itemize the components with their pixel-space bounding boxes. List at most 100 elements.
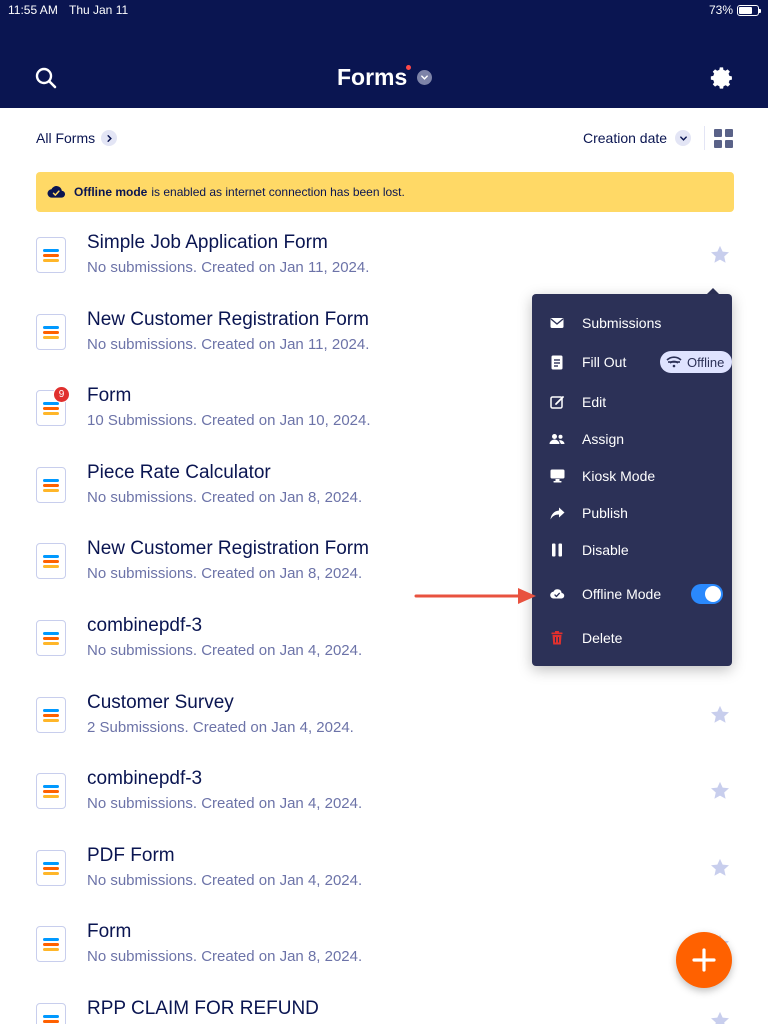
chevron-down-icon [675,130,692,146]
form-title: New Customer Registration Form [87,309,369,330]
status-battery: 73% [708,3,761,17]
form-icon [36,926,66,962]
menu-item-label: Disable [582,542,629,558]
chevron-down-icon[interactable] [417,70,433,85]
share-arrow-icon [549,505,565,521]
menu-item-delete[interactable]: Delete [532,621,732,655]
form-subtitle: No submissions. Created on Jan 4, 2024. [87,795,363,812]
battery-percent: 73% [708,3,733,17]
form-title: RPP CLAIM FOR REFUND [87,998,319,1019]
form-subtitle: 2 Submissions. Created on Jan 4, 2024. [87,719,354,736]
form-icon [36,850,66,886]
all-forms-label: All Forms [36,130,96,146]
banner-bold: Offline mode [74,185,148,199]
toggle-knob [705,586,721,602]
offline-pill: Offline [660,351,732,373]
envelope-icon [549,315,565,331]
notification-badge: 9 [53,386,70,403]
menu-item-label: Kiosk Mode [582,468,656,484]
form-title: Simple Job Application Form [87,232,328,253]
menu-item-label: Publish [582,505,628,521]
banner-text: is enabled as internet connection has be… [151,185,405,199]
star-icon[interactable] [709,857,731,879]
plus-icon [692,948,716,972]
grid-view-icon[interactable] [714,129,733,148]
chevron-right-icon [101,130,118,146]
form-list-item[interactable]: Customer Survey 2 Submissions. Created on… [0,691,768,767]
star-icon[interactable] [709,1010,731,1024]
form-subtitle: 10 Submissions. Created on Jan 10, 2024. [87,412,371,429]
trash-icon [549,630,565,646]
page-title: Forms [337,64,412,91]
form-list-item[interactable]: combinepdf-3 No submissions. Created on J… [0,767,768,843]
menu-item-label: Offline Mode [582,586,662,602]
notification-dot [406,65,412,70]
form-title: Customer Survey [87,692,234,713]
menu-item-publish[interactable]: Publish [532,496,732,530]
form-icon [36,620,66,656]
menu-item-edit[interactable]: Edit [532,385,732,419]
add-form-button[interactable] [676,932,732,988]
edit-icon [549,394,565,410]
form-icon [36,314,66,350]
toolbar-divider [704,126,705,150]
form-title: Form [87,921,132,942]
menu-item-label: Submissions [582,315,662,331]
offline-banner: Offline mode is enabled as internet conn… [36,172,734,212]
document-icon [549,354,565,370]
menu-item-label: Assign [582,431,625,447]
form-title: New Customer Registration Form [87,538,369,559]
menu-item-kiosk-mode[interactable]: Kiosk Mode [532,459,732,493]
offline-pill-label: Offline [687,354,725,370]
form-icon [36,697,66,733]
app-header: 11:55 AM Thu Jan 11 73% Forms [0,0,768,108]
form-subtitle: No submissions. Created on Jan 8, 2024. [87,565,363,582]
star-icon[interactable] [709,244,731,266]
form-subtitle: No submissions. Created on Jan 8, 2024. [87,489,363,506]
form-icon [36,467,66,503]
status-time: 11:55 AM [8,3,58,17]
monitor-icon [549,468,565,484]
form-title: combinepdf-3 [87,768,203,789]
form-title: PDF Form [87,845,175,866]
form-list-item[interactable]: PDF Form No submissions. Created on Jan 4… [0,844,768,920]
form-icon [36,1003,66,1024]
search-icon[interactable] [34,66,58,90]
menu-item-submissions[interactable]: Submissions [532,306,732,340]
cloud-check-icon [549,586,565,602]
menu-item-label: Delete [582,630,623,646]
form-list-item[interactable]: RPP CLAIM FOR REFUND [0,997,768,1024]
menu-item-label: Edit [582,394,607,410]
form-list-item[interactable]: Form No submissions. Created on Jan 8, 20… [0,920,768,996]
form-subtitle: No submissions. Created on Jan 11, 2024. [87,259,370,276]
form-subtitle: No submissions. Created on Jan 4, 2024. [87,872,363,889]
sort-label: Creation date [583,130,668,146]
gear-icon[interactable] [709,65,735,91]
form-subtitle: No submissions. Created on Jan 8, 2024. [87,948,363,965]
form-icon [36,543,66,579]
form-title: Piece Rate Calculator [87,462,271,483]
sort-dropdown[interactable]: Creation date [583,130,692,146]
pause-icon [549,542,565,558]
menu-item-assign[interactable]: Assign [532,422,732,456]
form-title: Form [87,385,132,406]
cloud-check-icon [47,186,66,198]
form-icon [36,237,66,273]
form-subtitle: No submissions. Created on Jan 11, 2024. [87,336,370,353]
form-subtitle: No submissions. Created on Jan 4, 2024. [87,642,363,659]
menu-item-label: Fill Out [582,354,627,370]
users-icon [549,431,565,447]
menu-item-disable[interactable]: Disable [532,533,732,567]
battery-icon [737,4,761,16]
title-dropdown[interactable]: Forms [337,64,433,91]
form-title: combinepdf-3 [87,615,203,636]
form-context-menu: Submissions Fill Out Edit Assign Kiosk M… [532,294,732,666]
form-icon [36,773,66,809]
status-date: Thu Jan 11 [69,3,129,17]
star-icon[interactable] [709,780,731,802]
all-forms-filter[interactable]: All Forms [36,130,118,146]
star-icon[interactable] [709,704,731,726]
offline-mode-toggle[interactable] [691,584,723,604]
wifi-off-icon [666,356,682,368]
annotation-arrow-icon [414,588,536,604]
